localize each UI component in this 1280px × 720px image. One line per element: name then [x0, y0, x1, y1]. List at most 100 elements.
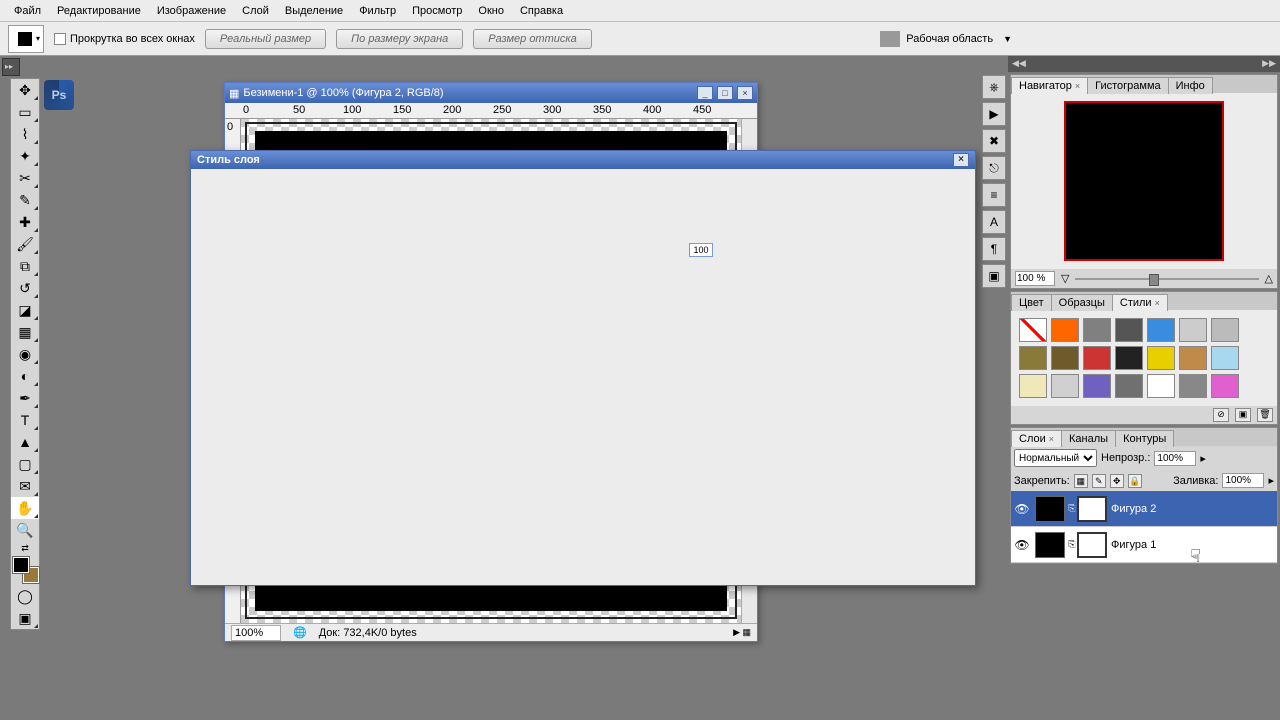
menu-help[interactable]: Справка: [512, 2, 571, 20]
layer-row[interactable]: 👁 ⎘ Фигура 1: [1011, 527, 1277, 563]
move-tool[interactable]: ✥: [11, 79, 39, 101]
globe-icon[interactable]: 🌐: [293, 626, 307, 639]
link-icon[interactable]: ⎘: [1067, 539, 1077, 550]
navigator-zoom-input[interactable]: [1015, 271, 1055, 286]
tab-channels[interactable]: Каналы: [1061, 430, 1116, 447]
layer-name[interactable]: Фигура 2: [1111, 503, 1156, 515]
hand-tool[interactable]: ✋: [11, 497, 39, 519]
style-swatch[interactable]: [1083, 318, 1111, 342]
fit-screen-button[interactable]: По размеру экрана: [336, 29, 463, 49]
opacity-field[interactable]: 100%: [1154, 451, 1196, 466]
gradient-tool[interactable]: ▦: [11, 321, 39, 343]
eyedropper-tool[interactable]: ✎: [11, 189, 39, 211]
opacity-flyout-icon[interactable]: ▸: [1200, 452, 1206, 465]
style-swatch[interactable]: [1051, 346, 1079, 370]
collapse-left-icon[interactable]: ◀◀: [1012, 58, 1026, 69]
style-swatch[interactable]: [1179, 318, 1207, 342]
zoom-out-icon[interactable]: ▽: [1061, 272, 1069, 285]
style-swatch[interactable]: [1211, 346, 1239, 370]
menu-window[interactable]: Окно: [470, 2, 512, 20]
layer-thumbnail[interactable]: [1035, 532, 1065, 558]
zoom-field[interactable]: 100%: [231, 625, 281, 641]
opacity-input[interactable]: 100: [689, 243, 713, 257]
wand-tool[interactable]: ✦: [11, 145, 39, 167]
lock-position-icon[interactable]: ✥: [1110, 474, 1124, 488]
clear-style-icon[interactable]: ⊘: [1213, 408, 1229, 422]
style-swatch[interactable]: [1147, 346, 1175, 370]
style-swatch[interactable]: [1115, 346, 1143, 370]
foreground-color[interactable]: [13, 557, 29, 573]
print-size-button[interactable]: Размер оттиска: [473, 29, 591, 49]
menu-view[interactable]: Просмотр: [404, 2, 470, 20]
style-swatch[interactable]: [1115, 374, 1143, 398]
scroll-all-windows-checkbox[interactable]: Прокрутка во всех окнах: [54, 33, 195, 45]
tab-paths[interactable]: Контуры: [1115, 430, 1174, 447]
style-swatch[interactable]: [1147, 318, 1175, 342]
dialog-close-button[interactable]: ×: [953, 153, 969, 167]
pen-tool[interactable]: ✒: [11, 387, 39, 409]
link-icon[interactable]: ⎘: [1067, 503, 1077, 514]
lock-all-icon[interactable]: 🔒: [1128, 474, 1142, 488]
swap-colors-icon[interactable]: ⇄: [11, 541, 39, 555]
panel-icon-6[interactable]: A: [982, 210, 1006, 234]
screenmode-toggle[interactable]: ▣: [11, 607, 39, 629]
zoom-in-icon[interactable]: △: [1265, 272, 1273, 285]
dialog-titlebar[interactable]: Стиль слоя ×: [191, 151, 975, 169]
actual-pixels-button[interactable]: Реальный размер: [205, 29, 326, 49]
blend-mode-select[interactable]: Нормальный: [1014, 449, 1097, 467]
layer-thumbnail[interactable]: [1035, 496, 1065, 522]
tab-navigator[interactable]: Навигатор×: [1011, 77, 1088, 94]
ruler-horizontal[interactable]: 0 50 100 150 200 250 300 350 400 450: [225, 103, 757, 119]
style-swatch[interactable]: [1179, 374, 1207, 398]
dodge-tool[interactable]: ◐: [11, 365, 39, 387]
menu-layer[interactable]: Слой: [234, 2, 277, 20]
quickmask-toggle[interactable]: ◯: [11, 585, 39, 607]
shape-tool[interactable]: ▢: [11, 453, 39, 475]
style-swatch[interactable]: [1147, 374, 1175, 398]
path-select-tool[interactable]: ▲: [11, 431, 39, 453]
panel-icon-4[interactable]: ⎋: [982, 156, 1006, 180]
tool-preset-picker[interactable]: [8, 25, 44, 53]
zoom-tool[interactable]: 🔍: [11, 519, 39, 541]
dock-top-bar[interactable]: ◀◀ ▶▶: [1008, 56, 1280, 72]
style-swatch[interactable]: [1051, 374, 1079, 398]
eraser-tool[interactable]: ◪: [11, 299, 39, 321]
lock-transparent-icon[interactable]: ▦: [1074, 474, 1088, 488]
layer-name[interactable]: Фигура 1: [1111, 539, 1156, 551]
zoom-slider[interactable]: [1075, 274, 1258, 284]
brush-tool[interactable]: 🖌: [11, 233, 39, 255]
menu-filter[interactable]: Фильтр: [351, 2, 404, 20]
navigator-thumbnail[interactable]: [1064, 101, 1224, 261]
style-swatch[interactable]: [1179, 346, 1207, 370]
tab-layers[interactable]: Слои×: [1011, 430, 1062, 447]
new-style-icon[interactable]: ▣: [1235, 408, 1251, 422]
type-tool[interactable]: T: [11, 409, 39, 431]
close-button[interactable]: ×: [737, 86, 753, 100]
tab-swatches[interactable]: Образцы: [1051, 294, 1113, 311]
marquee-tool[interactable]: ▭: [11, 101, 39, 123]
tab-info[interactable]: Инфо: [1168, 77, 1213, 94]
workspace-switcher[interactable]: Рабочая область: [880, 31, 1272, 47]
style-swatch[interactable]: [1083, 374, 1111, 398]
healing-tool[interactable]: ✚: [11, 211, 39, 233]
menu-image[interactable]: Изображение: [149, 2, 234, 20]
history-brush-tool[interactable]: ↺: [11, 277, 39, 299]
style-swatch[interactable]: [1115, 318, 1143, 342]
panel-icon-7[interactable]: ¶: [982, 237, 1006, 261]
panel-icon-8[interactable]: ▣: [982, 264, 1006, 288]
panel-icon-3[interactable]: ✖: [982, 129, 1006, 153]
visibility-icon[interactable]: 👁: [1011, 502, 1033, 516]
minimize-button[interactable]: _: [697, 86, 713, 100]
collapse-right-icon[interactable]: ▶▶: [1262, 58, 1276, 69]
layer-mask-thumbnail[interactable]: [1077, 496, 1107, 522]
menu-edit[interactable]: Редактирование: [49, 2, 149, 20]
menu-file[interactable]: Файл: [6, 2, 49, 20]
trash-icon[interactable]: 🗑: [1257, 408, 1273, 422]
style-swatch[interactable]: [1019, 374, 1047, 398]
tab-color[interactable]: Цвет: [1011, 294, 1052, 311]
menu-select[interactable]: Выделение: [277, 2, 351, 20]
stamp-tool[interactable]: ⧉: [11, 255, 39, 277]
visibility-icon[interactable]: 👁: [1011, 538, 1033, 552]
maximize-button[interactable]: □: [717, 86, 733, 100]
fill-field[interactable]: 100%: [1222, 473, 1264, 488]
